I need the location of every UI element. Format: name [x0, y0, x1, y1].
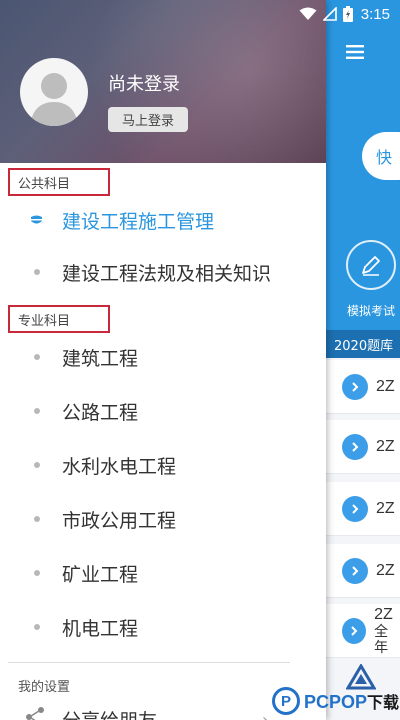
menu-item-highway[interactable]: 公路工程: [0, 391, 326, 431]
menu-item-electromechanical[interactable]: 机电工程: [0, 607, 326, 647]
settings-divider: [8, 662, 290, 663]
menu-item-water-conservancy[interactable]: 水利水电工程: [0, 445, 326, 485]
list-item[interactable]: 2Z: [326, 482, 400, 536]
bullet-icon: [34, 408, 40, 414]
status-time: 3:15: [360, 5, 390, 23]
chevron-right-icon: [342, 617, 367, 644]
list-item-subtext: 全年: [374, 622, 389, 655]
public-subjects-label: 公共科目: [8, 168, 110, 196]
chevron-right-icon: [342, 495, 368, 522]
login-status-title: 尚未登录: [108, 74, 180, 95]
share-label: 分享给朋友: [62, 706, 157, 720]
menu-item-mining[interactable]: 矿业工程: [0, 553, 326, 593]
list-item[interactable]: 2Z: [326, 420, 400, 474]
pcpop-watermark: P PCPOP下载: [272, 682, 400, 720]
chevron-right-icon: [342, 433, 368, 460]
bullet-icon: [34, 269, 40, 275]
menu-item-label: 建筑工程: [62, 347, 139, 370]
pcpop-logo-icon: P: [272, 687, 300, 715]
wifi-icon: [299, 7, 317, 21]
chevron-right-icon: [342, 557, 368, 584]
list-item-text: 2Z: [376, 437, 395, 455]
bullet-icon: [34, 516, 40, 522]
professional-subjects-label: 专业科目: [8, 305, 110, 333]
active-indicator-icon: [31, 215, 42, 223]
menu-item-municipal[interactable]: 市政公用工程: [0, 499, 326, 539]
login-button[interactable]: 马上登录: [108, 107, 188, 132]
menu-item-building[interactable]: 建筑工程: [0, 337, 326, 377]
bullet-icon: [34, 462, 40, 468]
menu-item-construction-law[interactable]: 建设工程法规及相关知识: [0, 252, 326, 292]
avatar[interactable]: [20, 58, 88, 126]
share-icon: [24, 706, 46, 720]
menu-item-label: 公路工程: [62, 401, 139, 424]
menu-item-label: 建设工程法规及相关知识: [62, 262, 272, 285]
list-item[interactable]: 2Z: [326, 360, 400, 414]
menu-item-label: 建设工程施工管理: [62, 210, 215, 233]
list-item-text: 2Z: [376, 561, 395, 579]
pencil-icon[interactable]: [346, 240, 396, 290]
hamburger-menu-icon[interactable]: [346, 44, 364, 63]
my-settings-label: 我的设置: [18, 680, 71, 695]
mock-exam-label: 模拟考试: [347, 304, 396, 318]
list-item[interactable]: 2Z 全年: [326, 604, 400, 658]
list-item-text: 2Z: [376, 377, 395, 395]
background-app: 快 模拟考试 2020题库 2Z 2Z 2Z 2Z 2Z 全年: [326, 0, 400, 720]
status-bar: 3:15: [0, 0, 400, 28]
menu-item-label: 矿业工程: [62, 563, 139, 586]
chevron-right-icon: ›: [262, 710, 269, 720]
bullet-icon: [34, 354, 40, 360]
navigation-drawer: 尚未登录 马上登录 公共科目 建设工程施工管理 建设工程法规及相关知识 专业科目…: [0, 0, 326, 720]
user-silhouette-icon: [30, 73, 78, 126]
background-app-header: 快 模拟考试: [326, 0, 400, 330]
question-bank-bar: 2020题库: [326, 330, 400, 358]
bullet-icon: [34, 624, 40, 630]
bullet-icon: [34, 570, 40, 576]
watermark-text: PCPOP下载: [304, 692, 400, 712]
menu-item-label: 水利水电工程: [62, 455, 177, 478]
menu-item-label: 机电工程: [62, 617, 139, 640]
quick-action-pill[interactable]: 快: [362, 132, 400, 180]
chevron-right-icon: [342, 373, 368, 400]
battery-charging-icon: [342, 6, 353, 22]
list-item-text: 2Z 全年: [374, 606, 400, 655]
list-item[interactable]: 2Z: [326, 544, 400, 598]
signal-icon: [322, 7, 337, 21]
list-item-text: 2Z: [376, 499, 395, 517]
menu-item-label: 市政公用工程: [62, 509, 177, 532]
menu-item-construction-management[interactable]: 建设工程施工管理: [0, 200, 326, 240]
